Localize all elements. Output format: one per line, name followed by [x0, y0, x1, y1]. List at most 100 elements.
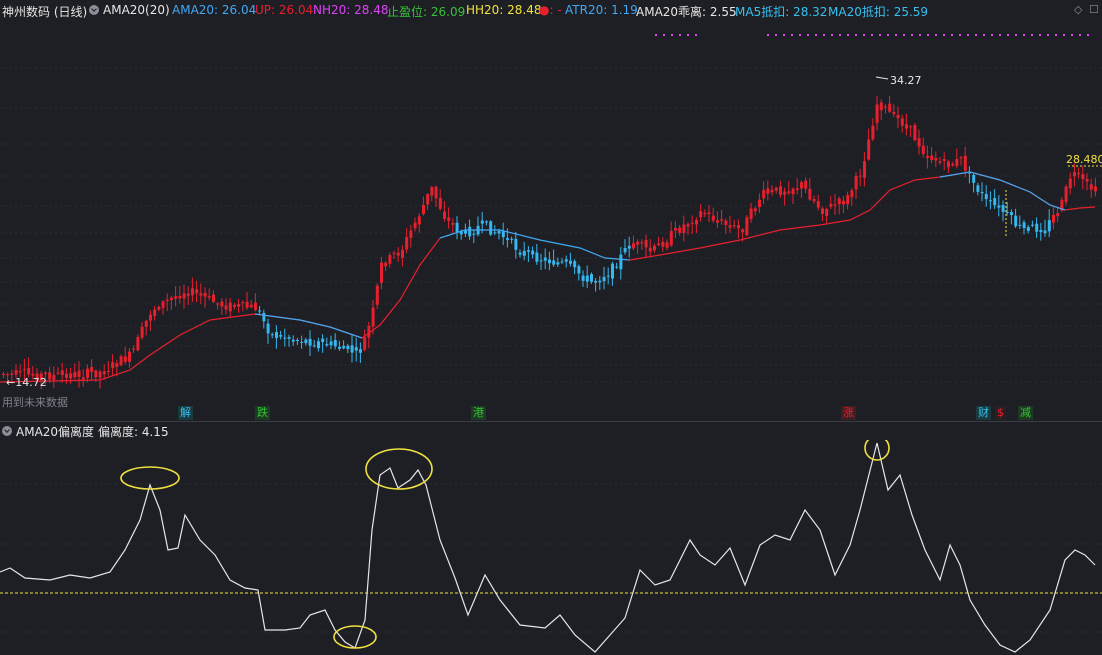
candle-body: [737, 225, 740, 229]
candle-body: [1005, 211, 1009, 213]
candle-body: [522, 250, 526, 256]
candlestick-chart[interactable]: 34.27 ←14.72 28.480: [0, 20, 1102, 422]
header-item-stop-profit: 止盈位: 26.09: [387, 5, 466, 19]
collapse-icon[interactable]: ◇: [1074, 3, 1082, 16]
candle-body: [762, 189, 766, 199]
candle-body: [65, 373, 68, 378]
candle-body: [165, 299, 169, 302]
candle-body: [119, 356, 123, 365]
deviation-chart[interactable]: [0, 440, 1102, 655]
future-data-note: 用到未来数据: [2, 396, 68, 409]
indicator-settings-icon[interactable]: [89, 5, 99, 15]
candle-body: [644, 239, 648, 248]
candle-body: [384, 262, 388, 267]
event-marker-rise[interactable]: 涨: [841, 406, 856, 420]
panel-divider[interactable]: [0, 421, 1102, 422]
event-marker-finance[interactable]: 财: [976, 406, 991, 420]
signal-dot: [919, 34, 921, 36]
candle-body: [833, 204, 837, 206]
candle-body: [275, 332, 278, 339]
candle-body: [220, 301, 224, 307]
candle-body: [157, 307, 161, 310]
candle-body: [791, 188, 795, 195]
candle-body: [86, 368, 89, 378]
candle-body: [1014, 215, 1018, 227]
sub-indicator-title[interactable]: AMA20偏离度: [16, 423, 94, 440]
candle-body: [81, 377, 85, 380]
header-item-ama20: AMA20: 26.04: [172, 3, 257, 17]
candle-body: [527, 250, 530, 252]
event-marker-hk[interactable]: 港: [471, 406, 486, 420]
candle-body: [1056, 213, 1060, 217]
candle-body: [888, 103, 892, 112]
close-icon[interactable]: ☐: [1089, 3, 1099, 16]
candle-body: [543, 257, 547, 261]
candle-body: [102, 371, 106, 375]
candle-body: [178, 295, 182, 299]
candle-body: [657, 243, 661, 246]
candle-body: [1073, 172, 1076, 177]
candle-body: [569, 260, 572, 264]
signal-dot: [959, 34, 961, 36]
candle-body: [653, 245, 656, 251]
candle-body: [510, 238, 514, 240]
candle-body: [518, 252, 522, 255]
candle-body: [77, 370, 81, 377]
header-item-nh20: NH20: 28.48: [313, 3, 389, 17]
candle-body: [485, 221, 488, 223]
candle-body: [942, 159, 946, 161]
signal-dot: [887, 34, 889, 36]
candle-body: [233, 304, 236, 307]
indicator-header: 神州数码 (日线) AMA20(20) AMA20: 26.04 UP: 26.…: [0, 0, 1102, 20]
signal-dot: [911, 34, 913, 36]
candle-body: [585, 275, 589, 282]
candle-body: [867, 139, 871, 160]
event-marker-fall[interactable]: 跌: [255, 406, 270, 420]
signal-dot: [807, 34, 809, 36]
candle-body: [111, 362, 115, 369]
header-item-ma20-deduct: MA20抵扣: 25.59: [828, 5, 929, 19]
candle-body: [1010, 212, 1013, 216]
signal-dot: [1063, 34, 1065, 36]
event-marker-dividend[interactable]: $: [995, 406, 1006, 420]
candle-body: [531, 250, 535, 255]
candle-body: [430, 187, 434, 196]
candle-body: [359, 349, 362, 353]
candle-body: [308, 338, 312, 346]
candle-body: [716, 220, 719, 223]
signal-dot: [991, 34, 993, 36]
candle-body: [1043, 230, 1047, 234]
candle-body: [1035, 223, 1039, 232]
event-marker-unlock[interactable]: 解: [178, 406, 193, 420]
candle-body: [1094, 186, 1097, 192]
signal-dot: [799, 34, 801, 36]
candle-body: [774, 187, 778, 191]
candle-body: [2, 373, 5, 375]
candle-body: [216, 303, 220, 305]
candle-body: [241, 302, 245, 304]
candle-body: [279, 335, 283, 337]
signal-dot: [783, 34, 785, 36]
candle-body: [905, 124, 908, 129]
sub-indicator-settings-icon[interactable]: [2, 426, 12, 436]
candle-body: [123, 356, 127, 362]
candle-body: [795, 188, 799, 190]
indicator-name[interactable]: AMA20(20): [103, 3, 170, 17]
candle-body: [266, 323, 270, 334]
candle-body: [258, 310, 262, 312]
candle-body: [993, 198, 997, 206]
signal-dot: [895, 34, 897, 36]
stock-name[interactable]: 神州数码 (日线): [2, 3, 87, 20]
event-marker-reduce[interactable]: 减: [1018, 406, 1033, 420]
candle-body: [136, 336, 140, 351]
signal-dot: [767, 34, 769, 36]
candle-body: [627, 245, 631, 249]
candle-body: [489, 221, 493, 235]
signal-dot: [951, 34, 953, 36]
main-grid: [0, 67, 1102, 383]
candle-body: [396, 252, 400, 256]
candle-body: [18, 371, 22, 373]
candle-body: [1068, 178, 1072, 189]
candle-body: [816, 201, 820, 208]
candle-body: [409, 230, 413, 238]
